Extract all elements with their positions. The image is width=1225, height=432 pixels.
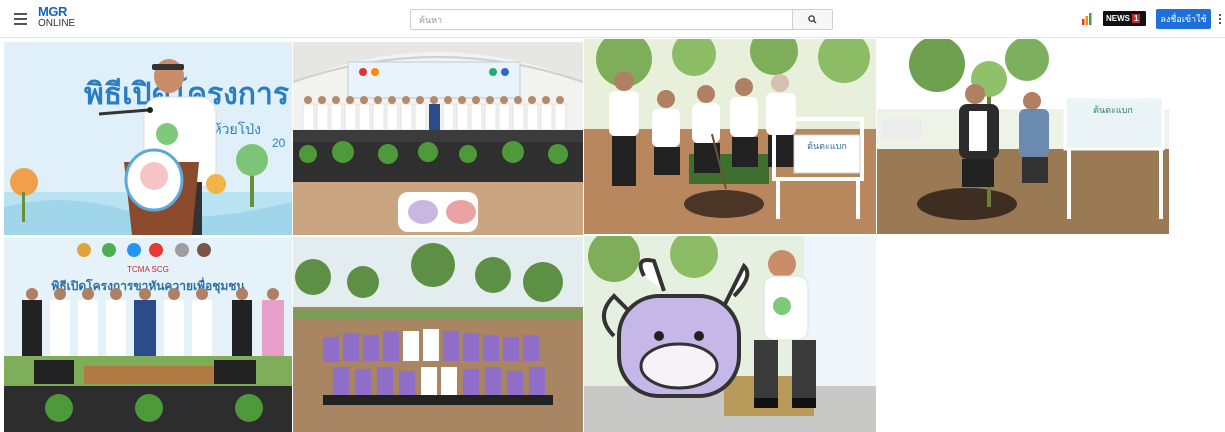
search-input[interactable] (411, 10, 792, 29)
search-box (410, 9, 833, 30)
search-icon (808, 15, 817, 24)
top-header: MGR ONLINE NEWS1 ลงชื่อเข้าใช้ (0, 0, 1225, 38)
search-button[interactable] (792, 10, 832, 29)
logo-text-top: MGR (38, 4, 67, 19)
photo-large-group-field[interactable] (293, 237, 583, 432)
photo-group-tent[interactable] (293, 42, 583, 235)
stats-bars-icon[interactable] (1082, 13, 1092, 25)
mgr-online-logo[interactable]: MGR ONLINE (38, 4, 84, 31)
login-button[interactable]: ลงชื่อเข้าใช้ (1156, 9, 1211, 29)
photo-group-stage[interactable]: TCMA SCG พิธีเปิดโครงการขาหันควายเพื่อชุ… (4, 238, 292, 432)
logo-text-bottom: ONLINE (38, 18, 76, 29)
news1-badge[interactable]: NEWS 1 (1103, 11, 1146, 26)
menu-icon[interactable] (14, 13, 27, 25)
stage-banner-logos: TCMA SCG (127, 265, 169, 274)
banner-year-text: 20 (272, 136, 286, 150)
news1-number: 1 (1132, 14, 1141, 23)
photo-tree-planting-group[interactable]: ต้นตะแบก (584, 39, 876, 234)
photo-man-buffalo-mascot[interactable] (584, 236, 876, 432)
tree-sign-text: ต้นตะแบก (807, 141, 847, 151)
news1-label: NEWS (1106, 14, 1130, 23)
photo-two-men-planting[interactable]: ต้นตะแบก (877, 39, 1169, 234)
photo-speaker-podium[interactable]: พิธีเปิดโครงการ บนห้วยโป่ง 20 (4, 42, 292, 235)
more-options-icon[interactable] (1219, 14, 1222, 24)
tree-sign-text-2: ต้นตะแบก (1093, 105, 1133, 115)
